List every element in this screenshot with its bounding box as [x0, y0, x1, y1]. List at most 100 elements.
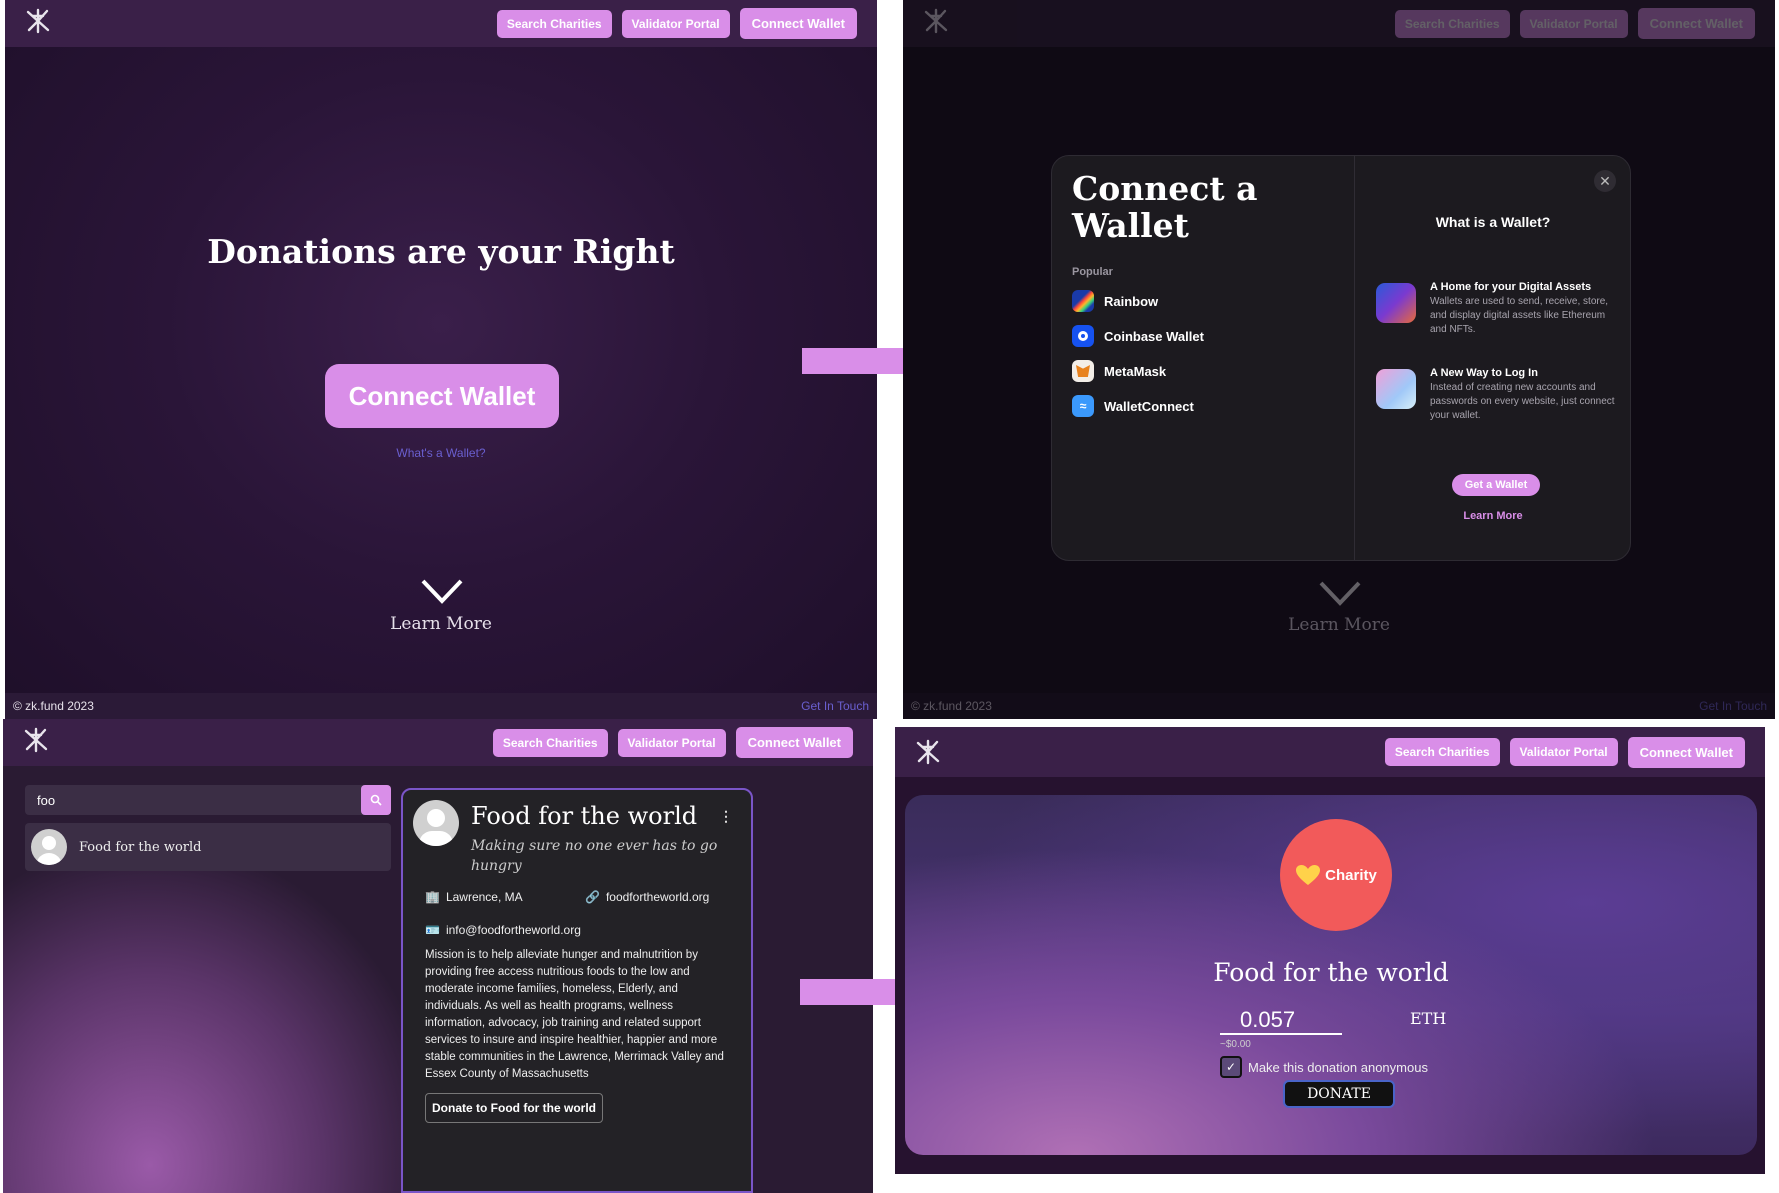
top-nav: Search Charities Validator Portal Connec…	[3, 719, 873, 766]
connect-wallet-modal: Connect a Wallet Popular Rainbow Coinbas…	[1051, 155, 1631, 561]
usd-value: ~$0.00	[1220, 1039, 1251, 1050]
connect-wallet-nav-button[interactable]: Connect Wallet	[735, 727, 853, 758]
walletconnect-icon: ≈	[1072, 395, 1094, 417]
more-options-icon[interactable]: ⋮	[719, 808, 733, 825]
result-name: Food for the world	[79, 839, 202, 855]
connect-wallet-nav-button[interactable]: Connect Wallet	[1627, 736, 1745, 768]
key-icon	[1376, 369, 1416, 409]
email-info[interactable]: 🪪 info@foodfortheworld.org	[425, 923, 581, 937]
top-nav: Search Charities Validator Portal Connec…	[895, 727, 1765, 777]
rainbow-icon	[1072, 290, 1094, 312]
digital-assets-icon	[1376, 283, 1416, 323]
wallet-option-rainbow[interactable]: Rainbow	[1072, 290, 1158, 312]
learn-more-link[interactable]: Learn More	[5, 614, 877, 634]
wallet-list-pane: Connect a Wallet Popular Rainbow Coinbas…	[1052, 156, 1355, 560]
wallet-name: Coinbase Wallet	[1104, 328, 1204, 344]
charity-name: Food for the world	[471, 802, 698, 830]
badge-label: Charity	[1325, 866, 1377, 884]
popular-label: Popular	[1072, 266, 1113, 278]
connect-wallet-nav-button: Connect Wallet	[1637, 8, 1755, 39]
wallet-name: MetaMask	[1104, 363, 1167, 379]
metamask-icon	[1072, 360, 1094, 382]
donate-to-charity-button[interactable]: Donate to Food for the world	[425, 1093, 603, 1123]
logo-icon[interactable]	[915, 739, 941, 765]
search-input[interactable]	[25, 785, 361, 815]
search-button[interactable]	[361, 785, 391, 815]
wallet-option-metamask[interactable]: MetaMask	[1072, 360, 1166, 382]
location-text: Lawrence, MA	[445, 890, 523, 904]
connect-wallet-button[interactable]: Connect Wallet	[325, 364, 559, 428]
search-icon	[370, 794, 382, 806]
logo-icon[interactable]	[25, 8, 51, 34]
modal-title: Connect a Wallet	[1072, 169, 1258, 245]
logo-icon[interactable]	[23, 727, 49, 753]
logo-icon	[924, 8, 948, 34]
search-charities-button[interactable]: Search Charities	[1384, 738, 1500, 766]
coinbase-icon	[1072, 325, 1094, 347]
top-nav-dimmed: Search Charities Validator Portal Connec…	[903, 0, 1775, 47]
website-text: foodfortheworld.org	[605, 890, 710, 904]
donate-screen: Search Charities Validator Portal Connec…	[895, 727, 1765, 1174]
background-glow	[3, 859, 423, 1193]
get-in-touch-link: Get In Touch	[1699, 699, 1767, 713]
charity-tagline: Making sure no one ever has to go hungry	[471, 838, 718, 874]
validator-portal-button[interactable]: Validator Portal	[1509, 738, 1618, 766]
anonymous-checkbox[interactable]: ✓	[1220, 1056, 1242, 1078]
search-result-item[interactable]: Food for the world	[25, 823, 391, 871]
wallet-option-walletconnect[interactable]: ≈ WalletConnect	[1072, 395, 1194, 417]
footer: © zk.fund 2023 Get In Touch	[903, 693, 1775, 719]
charity-badge: Charity	[1280, 819, 1392, 931]
anonymous-label: Make this donation anonymous	[1248, 1059, 1428, 1075]
search-charities-button[interactable]: Search Charities	[492, 728, 608, 757]
get-in-touch-link[interactable]: Get In Touch	[801, 699, 869, 713]
donation-panel: Charity Food for the world 0.057 ETH ~$0…	[905, 795, 1757, 1155]
search-screen: Search Charities Validator Portal Connec…	[3, 719, 873, 1193]
wallet-name: Rainbow	[1104, 293, 1159, 309]
charity-detail-card: Food for the world Making sure no one ev…	[401, 788, 753, 1193]
learn-more-link: Learn More	[1288, 615, 1390, 635]
feature-log-in: A New Way to Log In Instead of creating …	[1376, 367, 1626, 427]
chevron-down-icon[interactable]	[420, 578, 464, 606]
copyright-text: © zk.fund 2023	[13, 699, 94, 713]
amount-input[interactable]: 0.057	[1220, 1007, 1342, 1035]
anonymous-option[interactable]: ✓ Make this donation anonymous	[1220, 1056, 1428, 1078]
feature-heading: A Home for your Digital Assets	[1430, 281, 1592, 293]
mission-text: Mission is to help alleviate hunger and …	[425, 949, 724, 1080]
landing-screen: Search Charities Validator Portal Connec…	[5, 0, 877, 719]
search-charities-button: Search Charities	[1394, 9, 1510, 38]
top-nav: Search Charities Validator Portal Connec…	[5, 0, 877, 47]
validator-portal-button[interactable]: Validator Portal	[621, 9, 730, 38]
connect-wallet-screen: Search Charities Validator Portal Connec…	[903, 0, 1775, 719]
copyright-text: © zk.fund 2023	[911, 699, 992, 713]
donate-button[interactable]: DONATE	[1283, 1080, 1395, 1108]
validator-portal-button[interactable]: Validator Portal	[617, 728, 726, 757]
email-text: info@foodfortheworld.org	[445, 923, 581, 937]
close-icon[interactable]: ✕	[1594, 170, 1616, 192]
search-charities-button[interactable]: Search Charities	[496, 9, 612, 38]
location-info: 🏢 Lawrence, MA	[425, 890, 523, 904]
building-icon: 🏢	[425, 890, 440, 904]
feature-text: Instead of creating new accounts and pas…	[1430, 382, 1615, 421]
wallet-name: WalletConnect	[1104, 398, 1194, 414]
donation-charity-name: Food for the world	[1213, 958, 1449, 987]
avatar	[31, 829, 67, 865]
feature-heading: A New Way to Log In	[1430, 367, 1538, 379]
info-title: What is a Wallet?	[1435, 214, 1551, 230]
modal-learn-more-link[interactable]: Learn More	[1356, 510, 1630, 522]
get-a-wallet-button[interactable]: Get a Wallet	[1452, 474, 1540, 496]
feature-digital-assets: A Home for your Digital Assets Wallets a…	[1376, 281, 1626, 341]
heart-icon	[1296, 865, 1321, 885]
wallet-option-coinbase[interactable]: Coinbase Wallet	[1072, 325, 1204, 347]
hero-headline: Donations are your Right	[207, 232, 675, 271]
chevron-down-icon	[1319, 581, 1361, 606]
validator-portal-button: Validator Portal	[1519, 9, 1628, 38]
avatar	[413, 800, 459, 846]
wallet-info-pane: ✕ What is a Wallet? A Home for your Digi…	[1356, 156, 1630, 560]
footer: © zk.fund 2023 Get In Touch	[5, 693, 877, 719]
whats-a-wallet-link[interactable]: What's a Wallet?	[5, 446, 877, 460]
website-info[interactable]: 🔗 foodfortheworld.org	[585, 890, 709, 904]
connect-wallet-nav-button[interactable]: Connect Wallet	[739, 8, 857, 39]
search-bar	[25, 785, 391, 815]
currency-label: ETH	[1410, 1009, 1447, 1028]
contact-card-icon: 🪪	[425, 923, 440, 937]
